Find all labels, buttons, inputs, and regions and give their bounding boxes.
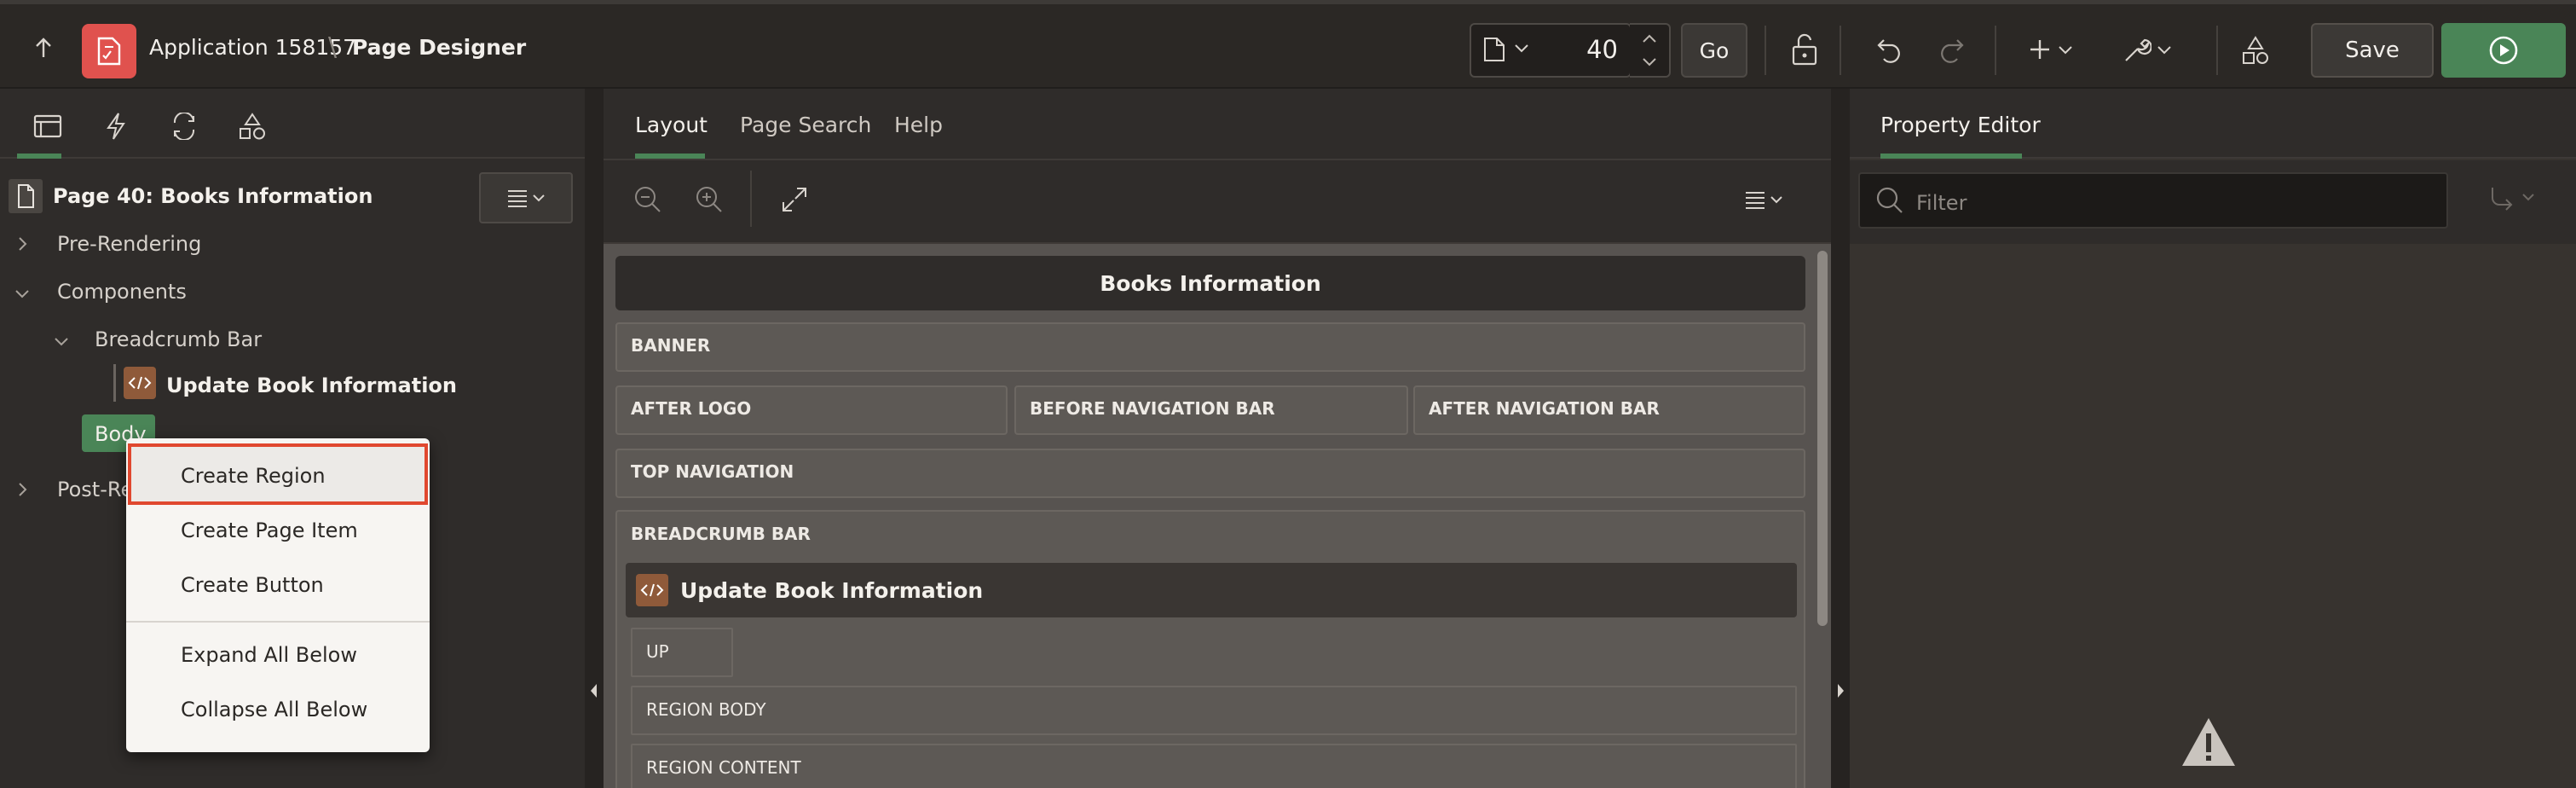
chevron-down-icon[interactable] xyxy=(1514,43,1529,54)
tree-menu-button[interactable] xyxy=(479,172,573,223)
page-designer-title: Page Designer xyxy=(352,35,527,60)
canvas-scrollbar[interactable] xyxy=(1817,251,1828,626)
property-editor-panel: Property Editor Filter xyxy=(1850,89,2576,788)
toolbar-divider xyxy=(750,171,752,227)
canvas-page-title[interactable]: Books Information xyxy=(615,256,1805,310)
menu-item-create-region[interactable]: Create Region xyxy=(128,443,428,505)
tab-page-search[interactable]: Page Search xyxy=(740,113,871,137)
toolbar-divider xyxy=(2216,26,2218,75)
chevron-right-icon[interactable] xyxy=(17,235,29,252)
play-icon xyxy=(2489,36,2518,65)
breadcrumb-separator: \ xyxy=(328,32,338,62)
shared-components-tab-icon[interactable] xyxy=(235,109,269,143)
redo-icon[interactable] xyxy=(1937,35,1966,64)
slot-before-navigation-bar[interactable]: BEFORE NAVIGATION BAR xyxy=(1014,385,1408,435)
page-number-stepper[interactable] xyxy=(1630,23,1671,78)
slot-breadcrumb-bar[interactable]: BREADCRUMB BAR Update Book Information U… xyxy=(615,510,1805,788)
code-region-icon xyxy=(124,367,156,399)
toolbar-divider xyxy=(1765,26,1766,75)
tree-node-breadcrumb-bar[interactable]: Breadcrumb Bar xyxy=(95,327,262,351)
tree-node-update-book-information[interactable]: Update Book Information xyxy=(166,374,457,397)
chevron-down-icon[interactable] xyxy=(53,336,70,348)
menu-icon xyxy=(508,190,545,207)
go-to-group-icon[interactable] xyxy=(2487,184,2538,211)
chevron-down-icon[interactable] xyxy=(2157,45,2172,55)
filter-placeholder: Filter xyxy=(1916,191,1967,215)
left-panel-tabs xyxy=(0,89,585,159)
tree-node-components[interactable]: Components xyxy=(57,280,187,304)
tab-layout[interactable]: Layout xyxy=(635,113,708,137)
tab-property-editor[interactable]: Property Editor xyxy=(1880,113,2041,137)
active-tab-indicator xyxy=(1880,154,2022,159)
menu-divider xyxy=(126,621,430,623)
rendering-tab-icon[interactable] xyxy=(31,109,65,143)
run-page-button[interactable] xyxy=(2441,23,2566,78)
chevron-down-icon[interactable] xyxy=(2058,45,2073,55)
active-tab-indicator xyxy=(17,154,61,159)
layout-menu-icon[interactable] xyxy=(1739,181,1790,218)
page-number-field[interactable]: 40 xyxy=(1541,35,1618,64)
application-title[interactable]: Application 158157 xyxy=(149,35,356,60)
page-icon xyxy=(9,179,43,213)
slot-label: BREADCRUMB BAR xyxy=(631,524,811,544)
slot-after-logo[interactable]: AFTER LOGO xyxy=(615,385,1008,435)
arrow-up-icon[interactable] xyxy=(31,35,56,61)
toolbar-divider xyxy=(1995,26,1996,75)
region-update-book-information[interactable]: Update Book Information xyxy=(626,563,1797,617)
tab-help[interactable]: Help xyxy=(894,113,943,137)
header-bar: Application 158157 \ Page Designer 40 Go… xyxy=(0,0,2576,89)
expand-icon[interactable] xyxy=(776,181,813,218)
shared-components-icon[interactable] xyxy=(2240,35,2271,66)
search-icon xyxy=(1875,186,1904,215)
dynamic-actions-tab-icon[interactable] xyxy=(99,109,133,143)
tree-connector xyxy=(113,364,116,402)
right-splitter[interactable] xyxy=(1831,89,1850,788)
go-button[interactable]: Go xyxy=(1681,23,1747,78)
region-title: Update Book Information xyxy=(680,578,984,603)
save-button[interactable]: Save xyxy=(2311,23,2434,78)
unlock-icon[interactable] xyxy=(1790,33,1819,66)
tree-node-pre-rendering[interactable]: Pre-Rendering xyxy=(57,232,201,256)
slot-top-navigation[interactable]: TOP NAVIGATION xyxy=(615,449,1805,498)
slot-up[interactable]: UP xyxy=(631,628,733,677)
zoom-in-icon[interactable] xyxy=(690,181,728,218)
slot-region-body[interactable]: REGION BODY xyxy=(631,686,1797,735)
left-splitter[interactable] xyxy=(585,89,604,788)
context-menu: Create Region Create Page Item Create Bu… xyxy=(126,438,430,752)
menu-item-expand-all-below[interactable]: Expand All Below xyxy=(126,626,430,681)
slot-banner[interactable]: BANNER xyxy=(615,322,1805,372)
chevron-right-icon[interactable] xyxy=(17,481,29,498)
right-panel-tabs: Property Editor xyxy=(1850,89,2576,159)
warning-icon xyxy=(2179,715,2238,769)
menu-item-create-button[interactable]: Create Button xyxy=(126,556,430,611)
property-filter-input[interactable]: Filter xyxy=(1858,172,2448,229)
zoom-out-icon[interactable] xyxy=(629,181,667,218)
processing-tab-icon[interactable] xyxy=(167,109,201,143)
toolbar-divider xyxy=(1840,26,1841,75)
wrench-icon[interactable] xyxy=(2123,35,2151,64)
slot-after-navigation-bar[interactable]: AFTER NAVIGATION BAR xyxy=(1413,385,1805,435)
center-panel: Layout Page Search Help Books Informatio… xyxy=(604,89,1831,788)
layout-canvas[interactable]: Books Information BANNER AFTER LOGO BEFO… xyxy=(604,242,1831,788)
menu-item-create-page-item[interactable]: Create Page Item xyxy=(126,501,430,556)
chevron-down-icon[interactable] xyxy=(14,288,31,300)
plus-icon[interactable] xyxy=(2029,38,2051,61)
menu-item-collapse-all-below[interactable]: Collapse All Below xyxy=(126,681,430,735)
undo-icon[interactable] xyxy=(1875,35,1904,64)
app-icon[interactable] xyxy=(82,24,136,78)
page-title[interactable]: Page 40: Books Information xyxy=(53,184,373,208)
tree-node-post-rendering[interactable]: Post-Re xyxy=(57,478,133,501)
tabs-divider xyxy=(604,159,1831,160)
code-region-icon xyxy=(636,574,668,606)
slot-region-content[interactable]: REGION CONTENT xyxy=(631,744,1797,788)
page-icon[interactable] xyxy=(1483,37,1505,62)
